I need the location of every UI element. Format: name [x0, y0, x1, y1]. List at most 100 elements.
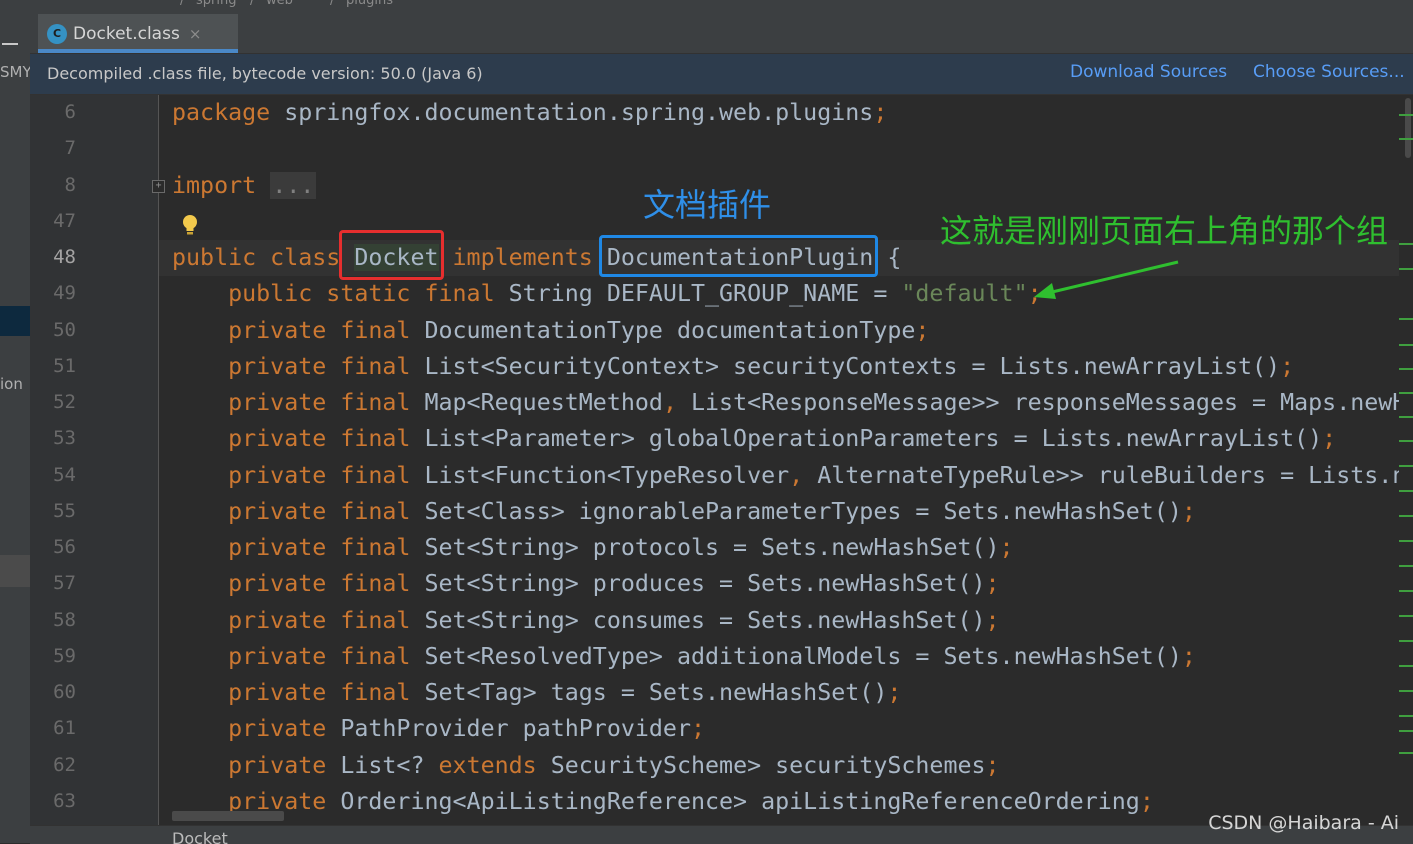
change-marker[interactable]	[1399, 752, 1413, 754]
code-line[interactable]: private List<? extends SecurityScheme> s…	[172, 748, 999, 784]
code-line[interactable]: private final Set<ResolvedType> addition…	[172, 639, 1196, 675]
line-number[interactable]: 7	[30, 137, 76, 159]
code-text: DocumentationType documentationType	[424, 316, 916, 344]
code-line[interactable]: public static final String DEFAULT_GROUP…	[172, 276, 1042, 312]
change-marker[interactable]	[1399, 640, 1413, 642]
close-icon[interactable]: ×	[189, 25, 202, 43]
line-number[interactable]: 60	[30, 681, 76, 703]
project-tree-fragment[interactable]: ion	[0, 375, 23, 393]
change-marker[interactable]	[1399, 690, 1413, 692]
code-line[interactable]: private PathProvider pathProvider;	[172, 711, 705, 747]
lightbulb-icon[interactable]	[181, 214, 199, 236]
breadcrumb-item-spring[interactable]: spring	[196, 0, 236, 8]
change-marker[interactable]	[1399, 392, 1413, 394]
change-marker[interactable]	[1399, 590, 1413, 592]
editor-gutter[interactable]	[30, 95, 158, 825]
code-keyword: private final	[228, 606, 425, 634]
code-line[interactable]: private final Map<RequestMethod, List<Re…	[172, 385, 1413, 421]
line-number[interactable]: 52	[30, 391, 76, 413]
horizontal-scroll-thumb[interactable]	[172, 811, 284, 821]
code-string: "default"	[901, 280, 1028, 308]
gutter-divider	[158, 95, 159, 825]
choose-sources-link[interactable]: Choose Sources...	[1253, 62, 1405, 82]
line-number[interactable]: 55	[30, 500, 76, 522]
line-number[interactable]: 63	[30, 790, 76, 812]
change-marker[interactable]	[1399, 715, 1413, 717]
change-marker[interactable]	[1399, 368, 1413, 370]
breadcrumb-item-plugins[interactable]: plugins	[346, 0, 393, 8]
line-number[interactable]: 48	[30, 246, 76, 268]
change-marker[interactable]	[1399, 565, 1413, 567]
code-keyword: private final	[228, 425, 425, 453]
code-keyword: ;	[985, 570, 1000, 598]
code-keyword: ;	[1139, 787, 1154, 815]
vertical-scroll-thumb[interactable]	[1405, 98, 1411, 158]
code-line[interactable]: private final List<Parameter> globalOper…	[172, 421, 1336, 457]
change-marker[interactable]	[1399, 138, 1413, 140]
fold-expand-icon[interactable]: +	[152, 180, 165, 193]
change-marker[interactable]	[1399, 243, 1413, 245]
code-line[interactable]: import ...	[172, 168, 317, 204]
line-number[interactable]: 54	[30, 464, 76, 486]
line-number[interactable]: 62	[30, 754, 76, 776]
documentation-plugin-highlight-box	[599, 235, 878, 277]
code-keyword: private	[228, 715, 341, 743]
change-marker[interactable]	[1399, 730, 1413, 732]
line-number[interactable]: 47	[30, 210, 76, 232]
code-line[interactable]: private final Set<String> produces = Set…	[172, 566, 1000, 602]
change-marker[interactable]	[1399, 665, 1413, 667]
code-keyword: ,	[789, 461, 818, 489]
code-line[interactable]: private final Set<String> protocols = Se…	[172, 530, 1013, 566]
minimize-icon[interactable]	[2, 43, 18, 45]
code-text: List<?	[340, 751, 439, 779]
code-text: Set<String> produces = Sets.newHashSet()	[424, 570, 986, 598]
line-number[interactable]: 6	[30, 101, 76, 123]
tab-docket-class[interactable]: C Docket.class ×	[38, 14, 238, 53]
line-number[interactable]: 53	[30, 427, 76, 449]
change-marker[interactable]	[1399, 268, 1413, 270]
project-tree-hover-row[interactable]	[0, 555, 30, 587]
code-keyword: private final	[228, 461, 425, 489]
change-marker[interactable]	[1399, 540, 1413, 542]
folded-imports[interactable]: ...	[270, 171, 317, 199]
line-number[interactable]: 8	[30, 174, 76, 196]
line-number[interactable]: 56	[30, 536, 76, 558]
change-marker[interactable]	[1399, 465, 1413, 467]
code-keyword: ;	[1181, 497, 1196, 525]
code-line[interactable]: private final List<Function<TypeResolver…	[172, 458, 1413, 494]
code-text: Set<String> consumes = Sets.newHashSet()	[424, 606, 986, 634]
code-line[interactable]: private final Set<Tag> tags = Sets.newHa…	[172, 675, 901, 711]
line-number[interactable]: 57	[30, 572, 76, 594]
code-line[interactable]: private final DocumentationType document…	[172, 313, 929, 349]
line-number[interactable]: 50	[30, 319, 76, 341]
code-line[interactable]: private final Set<String> consumes = Set…	[172, 603, 999, 639]
change-marker[interactable]	[1399, 318, 1413, 320]
code-line[interactable]: private final List<SecurityContext> secu…	[172, 349, 1294, 385]
status-breadcrumb-docket[interactable]: Docket	[172, 829, 228, 844]
code-keyword: ;	[887, 679, 902, 706]
code-line[interactable]: package springfox.documentation.spring.w…	[172, 95, 887, 131]
download-sources-link[interactable]: Download Sources	[1070, 62, 1227, 82]
annotation-documentation-plugin: 文档插件	[643, 186, 772, 224]
change-marker[interactable]	[1399, 344, 1413, 346]
project-tree-fragment[interactable]: SMY	[0, 63, 30, 81]
change-marker[interactable]	[1399, 416, 1413, 418]
code-keyword: extends	[438, 751, 551, 779]
change-marker[interactable]	[1399, 114, 1413, 116]
line-number[interactable]: 51	[30, 355, 76, 377]
code-line[interactable]: private Ordering<ApiListingReference> ap…	[172, 784, 1154, 820]
code-line[interactable]: private final Set<Class> ignorableParame…	[172, 494, 1196, 530]
change-marker[interactable]	[1399, 490, 1413, 492]
change-marker[interactable]	[1399, 515, 1413, 517]
line-number[interactable]: 49	[30, 282, 76, 304]
breadcrumb-item-web[interactable]: web	[266, 0, 293, 8]
change-marker[interactable]	[1399, 440, 1413, 442]
project-tree-selected-row[interactable]	[0, 306, 30, 336]
line-number[interactable]: 59	[30, 645, 76, 667]
line-number[interactable]: 61	[30, 717, 76, 739]
change-marker[interactable]	[1399, 615, 1413, 617]
code-text: springfox.documentation.spring.web.plugi…	[284, 99, 874, 126]
line-number[interactable]: 58	[30, 609, 76, 631]
